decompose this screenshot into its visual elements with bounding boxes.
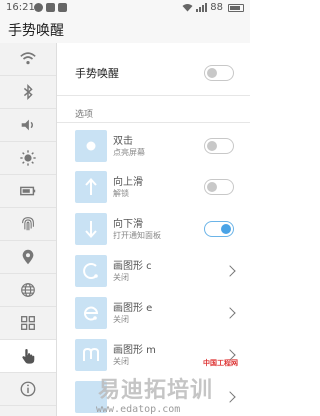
draw-c-icon <box>75 255 107 287</box>
bluetooth-icon <box>23 83 33 101</box>
gesture-subtitle: 点亮屏幕 <box>113 148 145 157</box>
sidebar-item-wifi[interactable] <box>0 43 56 76</box>
swipe-up-icon <box>75 171 107 203</box>
sidebar-item-location[interactable] <box>0 241 56 274</box>
gesture-hand-icon <box>22 348 35 364</box>
sidebar-item-brightness[interactable] <box>0 142 56 175</box>
page-title: 手势唤醒 <box>8 23 64 39</box>
chevron-right-icon <box>224 307 236 319</box>
gesture-item-double-tap[interactable]: 双击 点亮屏幕 <box>57 126 250 166</box>
master-gesture-row: 手势唤醒 <box>57 63 250 83</box>
swipe-up-toggle[interactable] <box>204 179 234 195</box>
gesture-subtitle: 关闭 <box>113 357 129 366</box>
swipe-down-icon <box>75 213 107 245</box>
gesture-subtitle: 打开通知面板 <box>113 231 161 240</box>
battery-level: 88 <box>210 2 223 13</box>
wifi-icon <box>20 52 36 65</box>
double-tap-toggle[interactable] <box>204 138 234 154</box>
gesture-item-draw-e[interactable]: 画图形 e 关闭 <box>57 293 250 333</box>
battery-icon <box>20 186 36 196</box>
gesture-title: 画图形 c <box>113 261 152 272</box>
master-gesture-toggle[interactable] <box>204 65 234 81</box>
status-time: 16:21 <box>6 2 35 13</box>
divider <box>57 95 250 96</box>
gesture-title: 画图形 e <box>113 303 153 314</box>
gesture-subtitle: 关闭 <box>113 273 129 282</box>
status-bar: 16:21 88 <box>0 0 250 16</box>
double-tap-icon <box>75 130 107 162</box>
watermark: 易迪拓培训 www.edatop.com <box>0 368 250 416</box>
swipe-down-toggle[interactable] <box>204 221 234 237</box>
sidebar-item-battery[interactable] <box>0 175 56 208</box>
draw-m-icon <box>75 339 107 371</box>
chevron-right-icon <box>224 265 236 277</box>
settings-sidebar <box>0 43 57 416</box>
gesture-subtitle: 解锁 <box>113 189 129 198</box>
gesture-title: 向下滑 <box>113 219 143 230</box>
toggle-knob <box>221 224 231 234</box>
notification-icons <box>34 3 67 12</box>
globe-icon <box>21 283 35 297</box>
watermark-logo: 中国工程网 <box>192 348 238 368</box>
watermark-text: 易迪拓培训 <box>98 378 214 403</box>
signal-icon <box>196 3 208 12</box>
wifi-status-icon <box>182 4 193 12</box>
draw-e-icon <box>75 297 107 329</box>
options-section-label: 选项 <box>75 110 94 120</box>
master-gesture-label: 手势唤醒 <box>75 67 119 80</box>
sidebar-item-apps[interactable] <box>0 307 56 340</box>
status-right: 88 <box>182 2 244 13</box>
divider <box>57 122 250 123</box>
sidebar-item-language[interactable] <box>0 274 56 307</box>
image-icon <box>46 3 55 12</box>
mail-icon <box>58 3 67 12</box>
location-icon <box>22 249 34 265</box>
toggle-knob <box>207 68 217 78</box>
watermark-subtext: 中国工程网 <box>203 359 238 367</box>
sidebar-item-fingerprint[interactable] <box>0 208 56 241</box>
gesture-subtitle: 关闭 <box>113 315 129 324</box>
title-bar: 手势唤醒 <box>0 16 250 43</box>
notification-icon <box>34 3 43 12</box>
battery-status-icon <box>228 3 244 12</box>
toggle-knob <box>207 141 217 151</box>
gesture-title: 画图形 m <box>113 345 156 356</box>
gesture-title: 双击 <box>113 136 133 147</box>
gesture-item-swipe-down[interactable]: 向下滑 打开通知面板 <box>57 209 250 249</box>
volume-icon <box>21 119 33 131</box>
sidebar-item-bluetooth[interactable] <box>0 76 56 109</box>
fingerprint-icon <box>22 217 34 231</box>
toggle-knob <box>207 182 217 192</box>
sidebar-item-volume[interactable] <box>0 109 56 142</box>
gesture-title: 向上滑 <box>113 177 143 188</box>
apps-grid-icon <box>21 316 35 330</box>
watermark-url: www.edatop.com <box>96 404 181 415</box>
gesture-item-draw-c[interactable]: 画图形 c 关闭 <box>57 251 250 291</box>
gesture-item-swipe-up[interactable]: 向上滑 解锁 <box>57 167 250 207</box>
brightness-icon <box>20 150 36 166</box>
